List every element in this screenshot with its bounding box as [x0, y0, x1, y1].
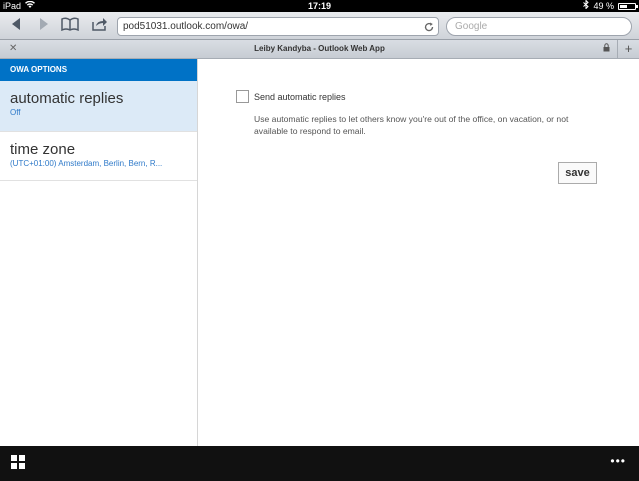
sidebar-item-title: automatic replies [10, 90, 124, 107]
sidebar-item-subtitle: (UTC+01:00) Amsterdam, Berlin, Bern, R..… [10, 159, 163, 168]
sidebar-item-subtitle: Off [10, 108, 21, 117]
save-button[interactable]: save [558, 162, 597, 184]
status-right: 49 % [583, 0, 638, 12]
bottom-bar: ••• [0, 446, 639, 481]
automatic-replies-panel: Send automatic replies Use automatic rep… [199, 59, 639, 446]
url-field[interactable]: pod51031.outlook.com/owa/ [117, 17, 439, 36]
battery-icon [618, 2, 638, 10]
options-sidebar: OWA OPTIONS automatic replies Off time z… [0, 59, 198, 446]
bluetooth-icon [583, 0, 590, 12]
checkbox-label: Send automatic replies [254, 92, 346, 102]
sidebar-item-automatic-replies[interactable]: automatic replies Off [0, 81, 197, 132]
tab-bar: ✕ Leiby Kandyba - Outlook Web App + [0, 40, 639, 59]
search-field[interactable]: Google [446, 17, 632, 36]
status-bar: iPad 17:19 49 % [0, 0, 639, 12]
battery-percent: 49 % [593, 1, 614, 11]
description-text: Use automatic replies to let others know… [254, 114, 569, 136]
battery-fill [620, 4, 627, 8]
ellipsis-icon[interactable]: ••• [610, 454, 626, 468]
status-time: 17:19 [307, 1, 332, 11]
browser-toolbar: pod51031.outlook.com/owa/ Google [0, 12, 639, 40]
forward-arrow-icon[interactable] [36, 17, 52, 35]
url-text: pod51031.outlook.com/owa/ [123, 21, 249, 32]
lock-icon [603, 43, 610, 54]
sidebar-item-title: time zone [10, 141, 76, 158]
tab-title[interactable]: Leiby Kandyba - Outlook Web App [0, 44, 639, 53]
new-tab-button[interactable]: + [617, 40, 639, 58]
windows-grid-icon[interactable] [11, 455, 25, 469]
sidebar-header: OWA OPTIONS [0, 59, 197, 81]
back-arrow-icon[interactable] [8, 17, 24, 35]
search-placeholder: Google [455, 21, 488, 32]
bookmarks-icon[interactable] [61, 17, 79, 35]
send-automatic-replies-checkbox[interactable] [236, 90, 249, 103]
sidebar-item-time-zone[interactable]: time zone (UTC+01:00) Amsterdam, Berlin,… [0, 132, 197, 181]
share-icon[interactable] [91, 17, 109, 35]
reload-icon[interactable] [424, 18, 434, 38]
